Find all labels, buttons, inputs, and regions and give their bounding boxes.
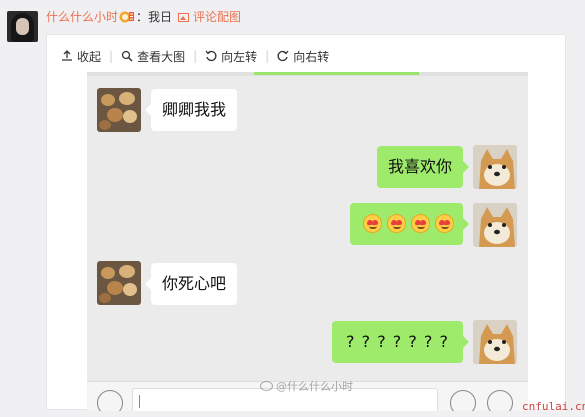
- toolbar-divider: |: [265, 49, 270, 63]
- post-user-line: 什么什么小时 ：我日 评论配图: [46, 8, 241, 26]
- collapse-label: 收起: [77, 49, 102, 64]
- emoji-icon: [450, 390, 476, 411]
- rotate-left-button[interactable]: 向左转: [205, 48, 257, 65]
- chat-bubble-left: 卿卿我我: [144, 89, 238, 131]
- doge-avatar: [473, 145, 517, 189]
- previous-bubble-edge: [254, 72, 419, 75]
- collapse-button[interactable]: 收起: [61, 48, 101, 65]
- chat-bubble-right: 我喜欢你: [376, 146, 470, 188]
- chat-bubble-right-emoji: [350, 203, 469, 245]
- image-card: 收起 | 查看大图 | 向左转 | 向右转 卿卿我我 我喜欢你 你死心吧 ? ?…: [46, 34, 566, 411]
- picture-icon: [178, 13, 190, 22]
- toolbar-divider: |: [109, 49, 114, 63]
- chat-bubble-left: 你死心吧: [144, 263, 238, 305]
- comment-image-label: 评论配图: [193, 10, 242, 24]
- colon: ：: [136, 10, 149, 24]
- post-text: 我日: [148, 10, 173, 24]
- cats-avatar: [97, 88, 141, 132]
- voice-icon: [97, 390, 123, 411]
- vip-badge-icon: [119, 11, 135, 23]
- chat-bubble-right: ? ? ? ? ? ? ?: [332, 321, 469, 363]
- view-large-button[interactable]: 查看大图: [121, 48, 185, 65]
- doge-avatar: [473, 320, 517, 364]
- view-large-label: 查看大图: [137, 49, 186, 64]
- weibo-logo-icon: [260, 381, 273, 391]
- heart-eyes-emoji: [435, 214, 454, 233]
- upload-icon: [62, 50, 72, 61]
- image-toolbar: 收起 | 查看大图 | 向左转 | 向右转: [61, 47, 329, 65]
- heart-eyes-emoji: [363, 214, 382, 233]
- weibo-watermark: @什么什么小时: [260, 378, 353, 394]
- user-avatar[interactable]: [7, 11, 38, 42]
- site-watermark: cnfulai.cn: [522, 400, 585, 413]
- username-link[interactable]: 什么什么小时: [46, 10, 118, 24]
- rotate-left-label: 向左转: [221, 49, 258, 64]
- rotate-left-icon: [205, 50, 217, 62]
- heart-eyes-emoji: [387, 214, 406, 233]
- chat-screenshot-image[interactable]: 卿卿我我 我喜欢你 你死心吧 ? ? ? ? ? ? ?: [87, 72, 528, 411]
- cats-avatar: [97, 261, 141, 305]
- heart-eyes-emoji: [411, 214, 430, 233]
- search-icon: [121, 50, 133, 62]
- comment-image-link[interactable]: 评论配图: [178, 10, 241, 24]
- rotate-right-label: 向右转: [293, 49, 330, 64]
- rotate-right-button[interactable]: 向右转: [277, 48, 329, 65]
- watermark-text: @什么什么小时: [276, 380, 353, 393]
- rotate-right-icon: [277, 50, 289, 62]
- plus-icon: [487, 390, 513, 411]
- doge-avatar: [473, 203, 517, 247]
- toolbar-divider: |: [193, 49, 198, 63]
